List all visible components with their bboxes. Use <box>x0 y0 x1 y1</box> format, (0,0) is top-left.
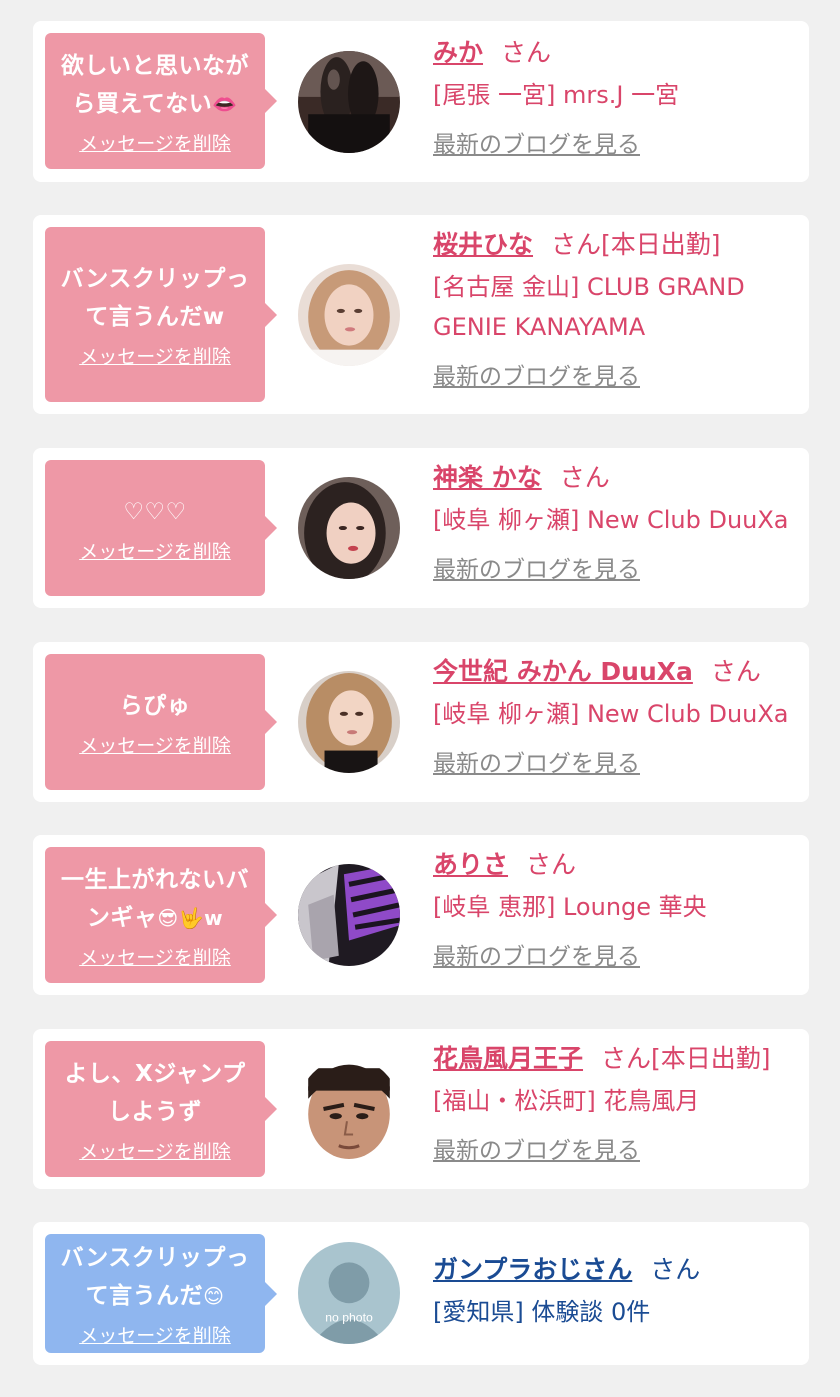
no-photo-text: no photo <box>325 1311 373 1325</box>
photo-man-icon <box>298 1058 400 1160</box>
message-list: 欲しいと思いながら買えてない👄 メッセージを削除 みか さん [尾張 一宮] mr… <box>0 0 840 1397</box>
latest-blog-link[interactable]: 最新のブログを見る <box>433 1131 640 1165</box>
shop-info: [岐阜 柳ヶ瀬] New Club DuuXa <box>433 506 789 534</box>
smile-emoji-icon: 😊 <box>203 1284 225 1308</box>
message-bubble: 欲しいと思いながら買えてない👄 メッセージを削除 <box>45 33 277 169</box>
cast-info: 花鳥風月王子 さん[本日出勤] [福山・松浜町] 花鳥風月 最新のブログを見る <box>433 1041 795 1165</box>
photo-woman-icon <box>298 264 400 366</box>
cast-name-link[interactable]: 桜井ひな <box>433 230 533 259</box>
avatar[interactable] <box>298 51 400 153</box>
cast-name-link[interactable]: ありさ <box>433 850 508 879</box>
message-bubble: らぴゅ メッセージを削除 <box>45 654 277 790</box>
delete-message-link[interactable]: メッセージを削除 <box>79 1321 231 1348</box>
cast-name-suffix: さん <box>526 850 577 879</box>
cast-name-link[interactable]: みか <box>433 38 483 67</box>
message-bubble: ♡♡♡ メッセージを削除 <box>45 460 277 596</box>
cast-name-link[interactable]: 今世紀 みかん DuuXa <box>433 657 693 686</box>
message-card: よし、Xジャンプしようず メッセージを削除 花鳥風月王子 さん[本日出勤] [福山… <box>33 1029 809 1189</box>
message-card: バンスクリップって言うんだw メッセージを削除 桜井ひな さん[本日出勤] [名古… <box>33 215 809 414</box>
photo-woman-icon <box>298 671 400 773</box>
delete-message-link[interactable]: メッセージを削除 <box>79 731 231 758</box>
message-text: 欲しいと思いながら買えてない👄 <box>61 52 249 117</box>
cast-name-line: 桜井ひな さん[本日出勤] <box>433 227 795 263</box>
message-text: よし、Xジャンプしようず <box>64 1060 246 1125</box>
cast-info: 桜井ひな さん[本日出勤] [名古屋 金山] CLUB GRAND GENIE K… <box>433 227 795 391</box>
cast-info: 今世紀 みかん DuuXa さん [岐阜 柳ヶ瀬] New Club DuuXa … <box>433 654 795 778</box>
message-card: 欲しいと思いながら買えてない👄 メッセージを削除 みか さん [尾張 一宮] mr… <box>33 21 809 182</box>
cast-info: ガンプラおじさん さん [愛知県] 体験談 0件 <box>433 1252 795 1332</box>
avatar[interactable]: no photo <box>298 1242 400 1344</box>
message-text: バンスクリップって言うんだ😊 <box>60 1245 250 1309</box>
cast-name-line: ガンプラおじさん さん <box>433 1252 795 1288</box>
sunglasses-rock-emoji-icon: 😎🤟w <box>157 905 224 930</box>
cast-info: みか さん [尾張 一宮] mrs.J 一宮 最新のブログを見る <box>433 35 795 159</box>
shop-info: [愛知県] 体験談 0件 <box>433 1298 651 1326</box>
cast-info: ありさ さん [岐阜 恵那] Lounge 華央 最新のブログを見る <box>433 847 795 971</box>
cast-name-suffix: さん <box>501 38 552 67</box>
shop-info: [名古屋 金山] CLUB GRAND GENIE KANAYAMA <box>433 273 745 341</box>
avatar[interactable] <box>298 864 400 966</box>
cast-name-line: みか さん <box>433 35 795 71</box>
message-bubble: 一生上がれないバンギャ😎🤟w メッセージを削除 <box>45 847 277 983</box>
cast-name-suffix: さん <box>710 657 761 686</box>
latest-blog-link[interactable]: 最新のブログを見る <box>433 125 640 159</box>
latest-blog-link[interactable]: 最新のブログを見る <box>433 937 640 971</box>
photo-woman-icon <box>298 477 400 579</box>
message-text: らぴゅ <box>119 692 191 719</box>
shop-info: [岐阜 柳ヶ瀬] New Club DuuXa <box>433 700 789 728</box>
delete-message-link[interactable]: メッセージを削除 <box>79 537 231 564</box>
message-text: 一生上がれないバンギャ😎🤟w <box>61 866 249 931</box>
no-photo-icon: no photo <box>298 1242 400 1344</box>
lips-emoji-icon: 👄 <box>212 91 238 116</box>
delete-message-link[interactable]: メッセージを削除 <box>79 342 231 369</box>
cast-name-line: 花鳥風月王子 さん[本日出勤] <box>433 1041 795 1077</box>
cast-info: 神楽 かな さん [岐阜 柳ヶ瀬] New Club DuuXa 最新のブログを見… <box>433 460 795 584</box>
cast-name-suffix: さん <box>650 1255 701 1284</box>
message-bubble: バンスクリップって言うんだ😊 メッセージを削除 <box>45 1234 277 1353</box>
message-text: ♡♡♡ <box>123 498 187 525</box>
shop-info: [福山・松浜町] 花鳥風月 <box>433 1087 700 1115</box>
message-bubble: よし、Xジャンプしようず メッセージを削除 <box>45 1041 277 1177</box>
cast-name-line: 神楽 かな さん <box>433 460 795 496</box>
latest-blog-link[interactable]: 最新のブログを見る <box>433 550 640 584</box>
cast-name-line: ありさ さん <box>433 847 795 883</box>
cast-name-link[interactable]: 神楽 かな <box>433 463 542 492</box>
cast-name-suffix: さん[本日出勤] <box>551 230 721 259</box>
cast-name-suffix: さん <box>559 463 610 492</box>
message-card: バンスクリップって言うんだ😊 メッセージを削除 no photo ガンプラおじさ… <box>33 1222 809 1365</box>
avatar[interactable] <box>298 1058 400 1160</box>
delete-message-link[interactable]: メッセージを削除 <box>79 1137 231 1164</box>
message-text: バンスクリップって言うんだw <box>60 266 250 330</box>
avatar[interactable] <box>298 264 400 366</box>
shop-info: [尾張 一宮] mrs.J 一宮 <box>433 81 680 109</box>
avatar[interactable] <box>298 671 400 773</box>
photo-zebra-icon <box>298 864 400 966</box>
cast-name-link[interactable]: 花鳥風月王子 <box>433 1044 583 1073</box>
message-bubble: バンスクリップって言うんだw メッセージを削除 <box>45 227 277 402</box>
cast-name-line: 今世紀 みかん DuuXa さん <box>433 654 795 690</box>
delete-message-link[interactable]: メッセージを削除 <box>79 943 231 970</box>
photo-legs-icon <box>298 51 400 153</box>
avatar[interactable] <box>298 477 400 579</box>
message-card: ♡♡♡ メッセージを削除 神楽 かな さん [岐阜 柳ヶ瀬] New Club D… <box>33 448 809 608</box>
cast-name-suffix: さん[本日出勤] <box>601 1044 771 1073</box>
latest-blog-link[interactable]: 最新のブログを見る <box>433 357 640 391</box>
message-card: らぴゅ メッセージを削除 今世紀 みかん DuuXa さん [岐阜 柳ヶ瀬] Ne… <box>33 642 809 802</box>
cast-name-link[interactable]: ガンプラおじさん <box>433 1255 632 1284</box>
delete-message-link[interactable]: メッセージを削除 <box>79 129 231 156</box>
shop-info: [岐阜 恵那] Lounge 華央 <box>433 893 707 921</box>
message-card: 一生上がれないバンギャ😎🤟w メッセージを削除 ありさ さん [岐阜 恵那] Lo… <box>33 835 809 995</box>
latest-blog-link[interactable]: 最新のブログを見る <box>433 744 640 778</box>
